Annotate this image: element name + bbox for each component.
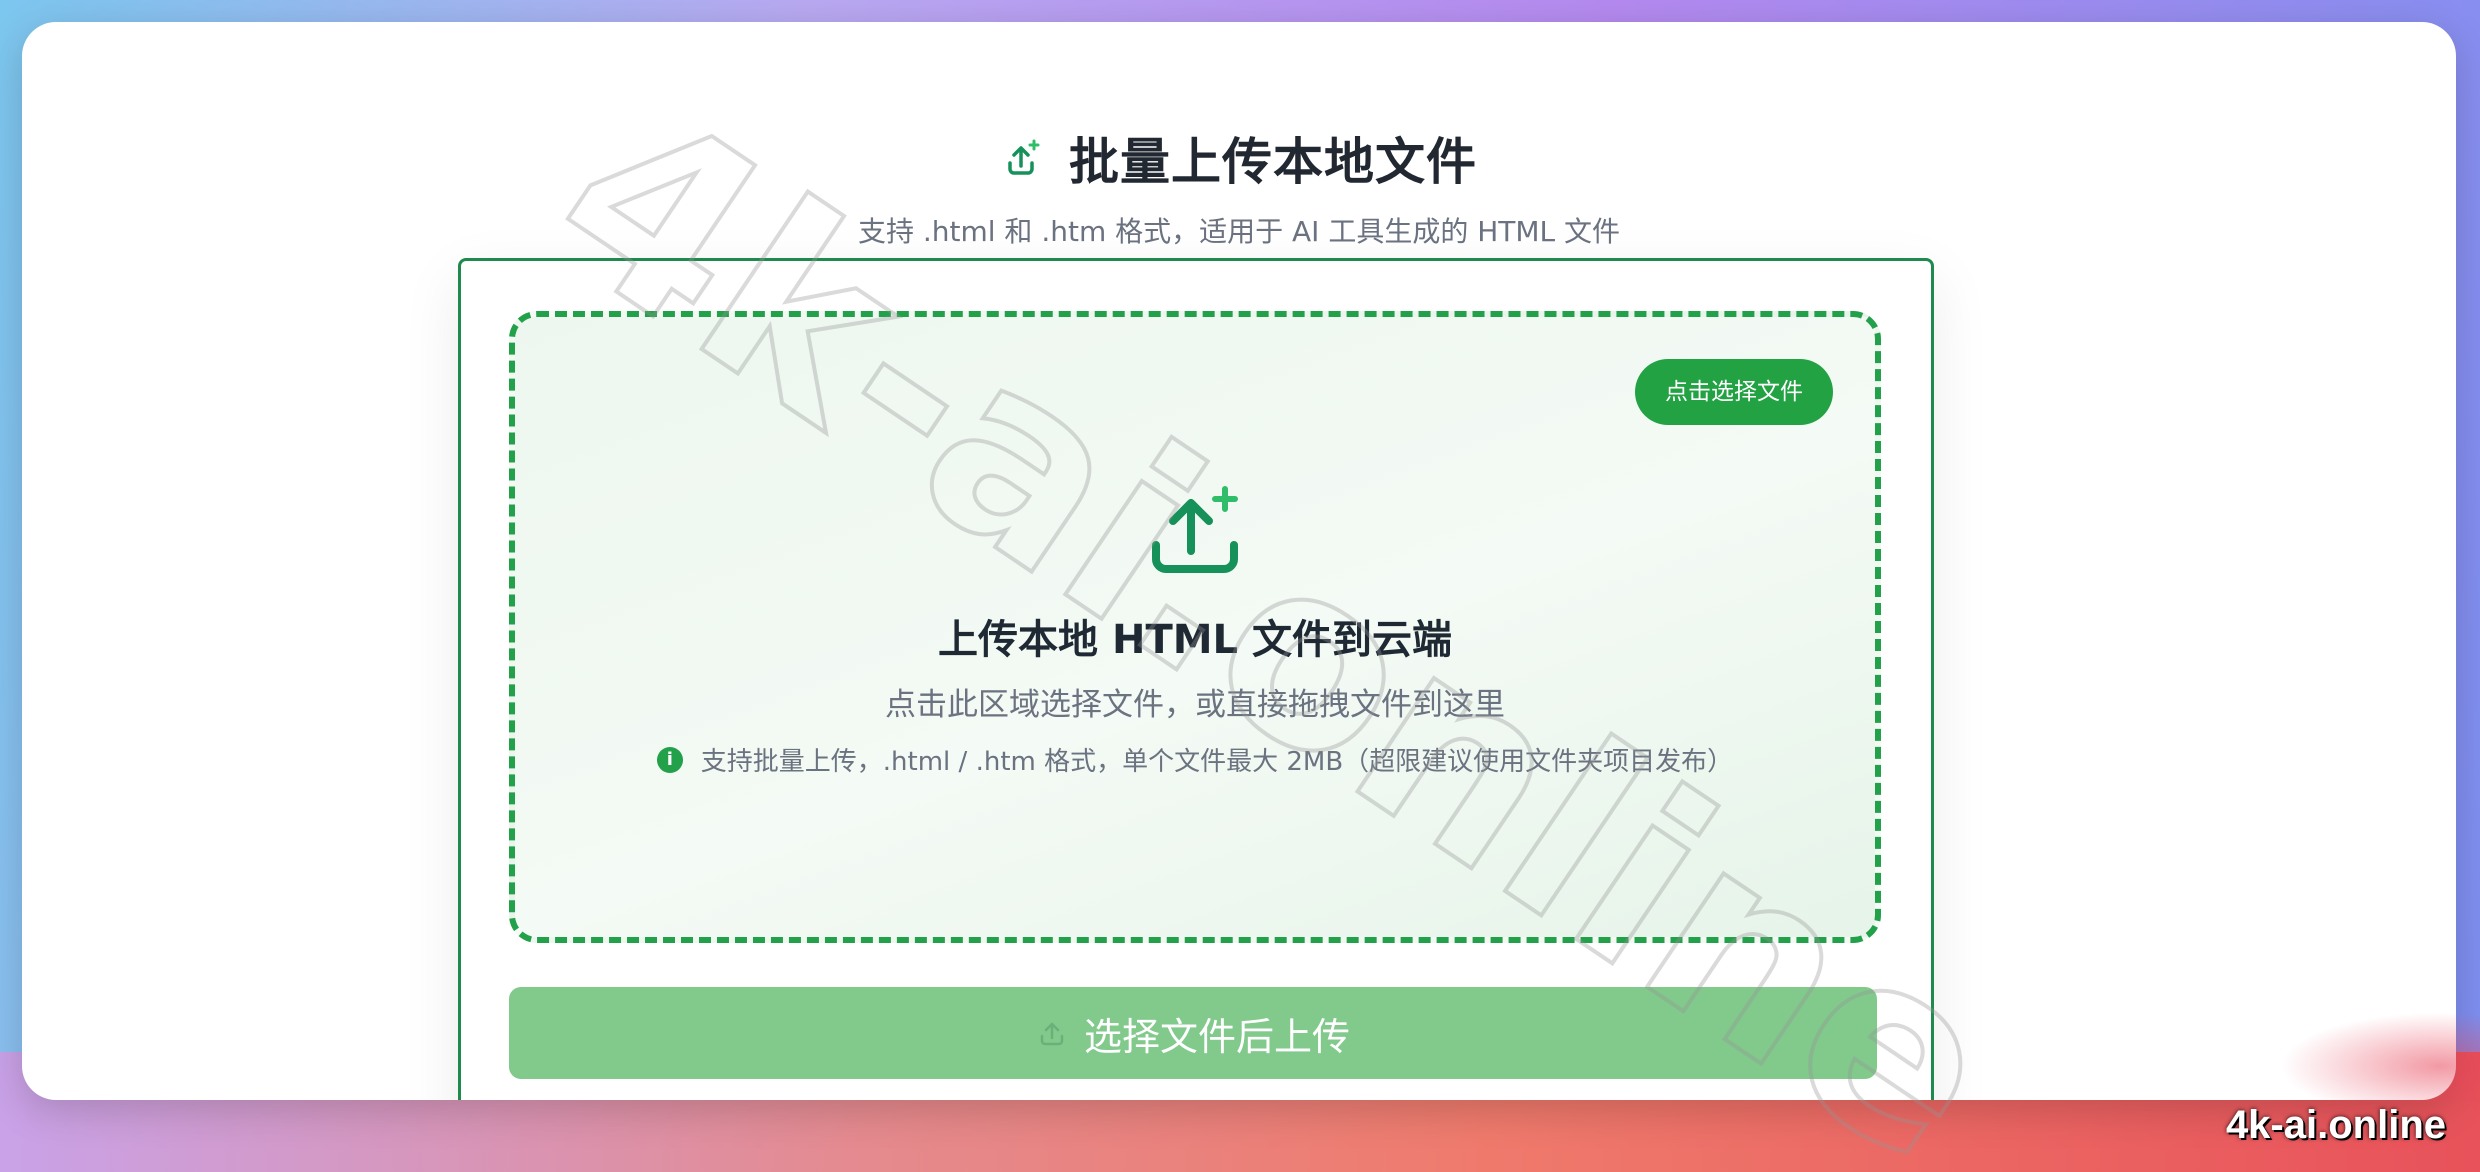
dropzone-heading: 上传本地 HTML 文件到云端 [938, 617, 1452, 663]
dropzone-description: 点击此区域选择文件，或直接拖拽文件到这里 [885, 687, 1505, 723]
brand-watermark: 4k-ai.online [2225, 1103, 2446, 1147]
select-files-button[interactable]: 点击选择文件 [1635, 359, 1833, 425]
page-header: 批量上传本地文件 支持 .html 和 .htm 格式，适用于 AI 工具生成的… [22, 122, 2456, 250]
upload-button[interactable]: 选择文件后上传 [509, 987, 1877, 1079]
file-dropzone[interactable]: 点击选择文件 上传本地 HTML 文件到云端 点击此区域选择文件，或直接拖拽文件… [509, 311, 1881, 943]
dropzone-note: i 支持批量上传，.html / .htm 格式，单个文件最大 2MB（超限建议… [515, 741, 1875, 778]
upload-button-label: 选择文件后上传 [1083, 1014, 1350, 1059]
corner-glow [2280, 1012, 2480, 1102]
page-title: 批量上传本地文件 [1069, 133, 1477, 191]
title-row: 批量上传本地文件 [1001, 122, 1477, 194]
page-subtitle: 支持 .html 和 .htm 格式，适用于 AI 工具生成的 HTML 文件 [857, 215, 1621, 248]
upload-card: 点击选择文件 上传本地 HTML 文件到云端 点击此区域选择文件，或直接拖拽文件… [458, 258, 1934, 1100]
upload-plus-icon [1008, 139, 1040, 175]
app-window: 批量上传本地文件 支持 .html 和 .htm 格式，适用于 AI 工具生成的… [22, 22, 2456, 1100]
upload-plus-icon [1152, 486, 1238, 573]
upload-icon [1040, 1022, 1064, 1046]
note-text: 支持批量上传，.html / .htm 格式，单个文件最大 2MB（超限建议使用… [700, 747, 1734, 777]
info-icon: i [656, 746, 683, 773]
note-row: i 支持批量上传，.html / .htm 格式，单个文件最大 2MB（超限建议… [656, 741, 1734, 778]
